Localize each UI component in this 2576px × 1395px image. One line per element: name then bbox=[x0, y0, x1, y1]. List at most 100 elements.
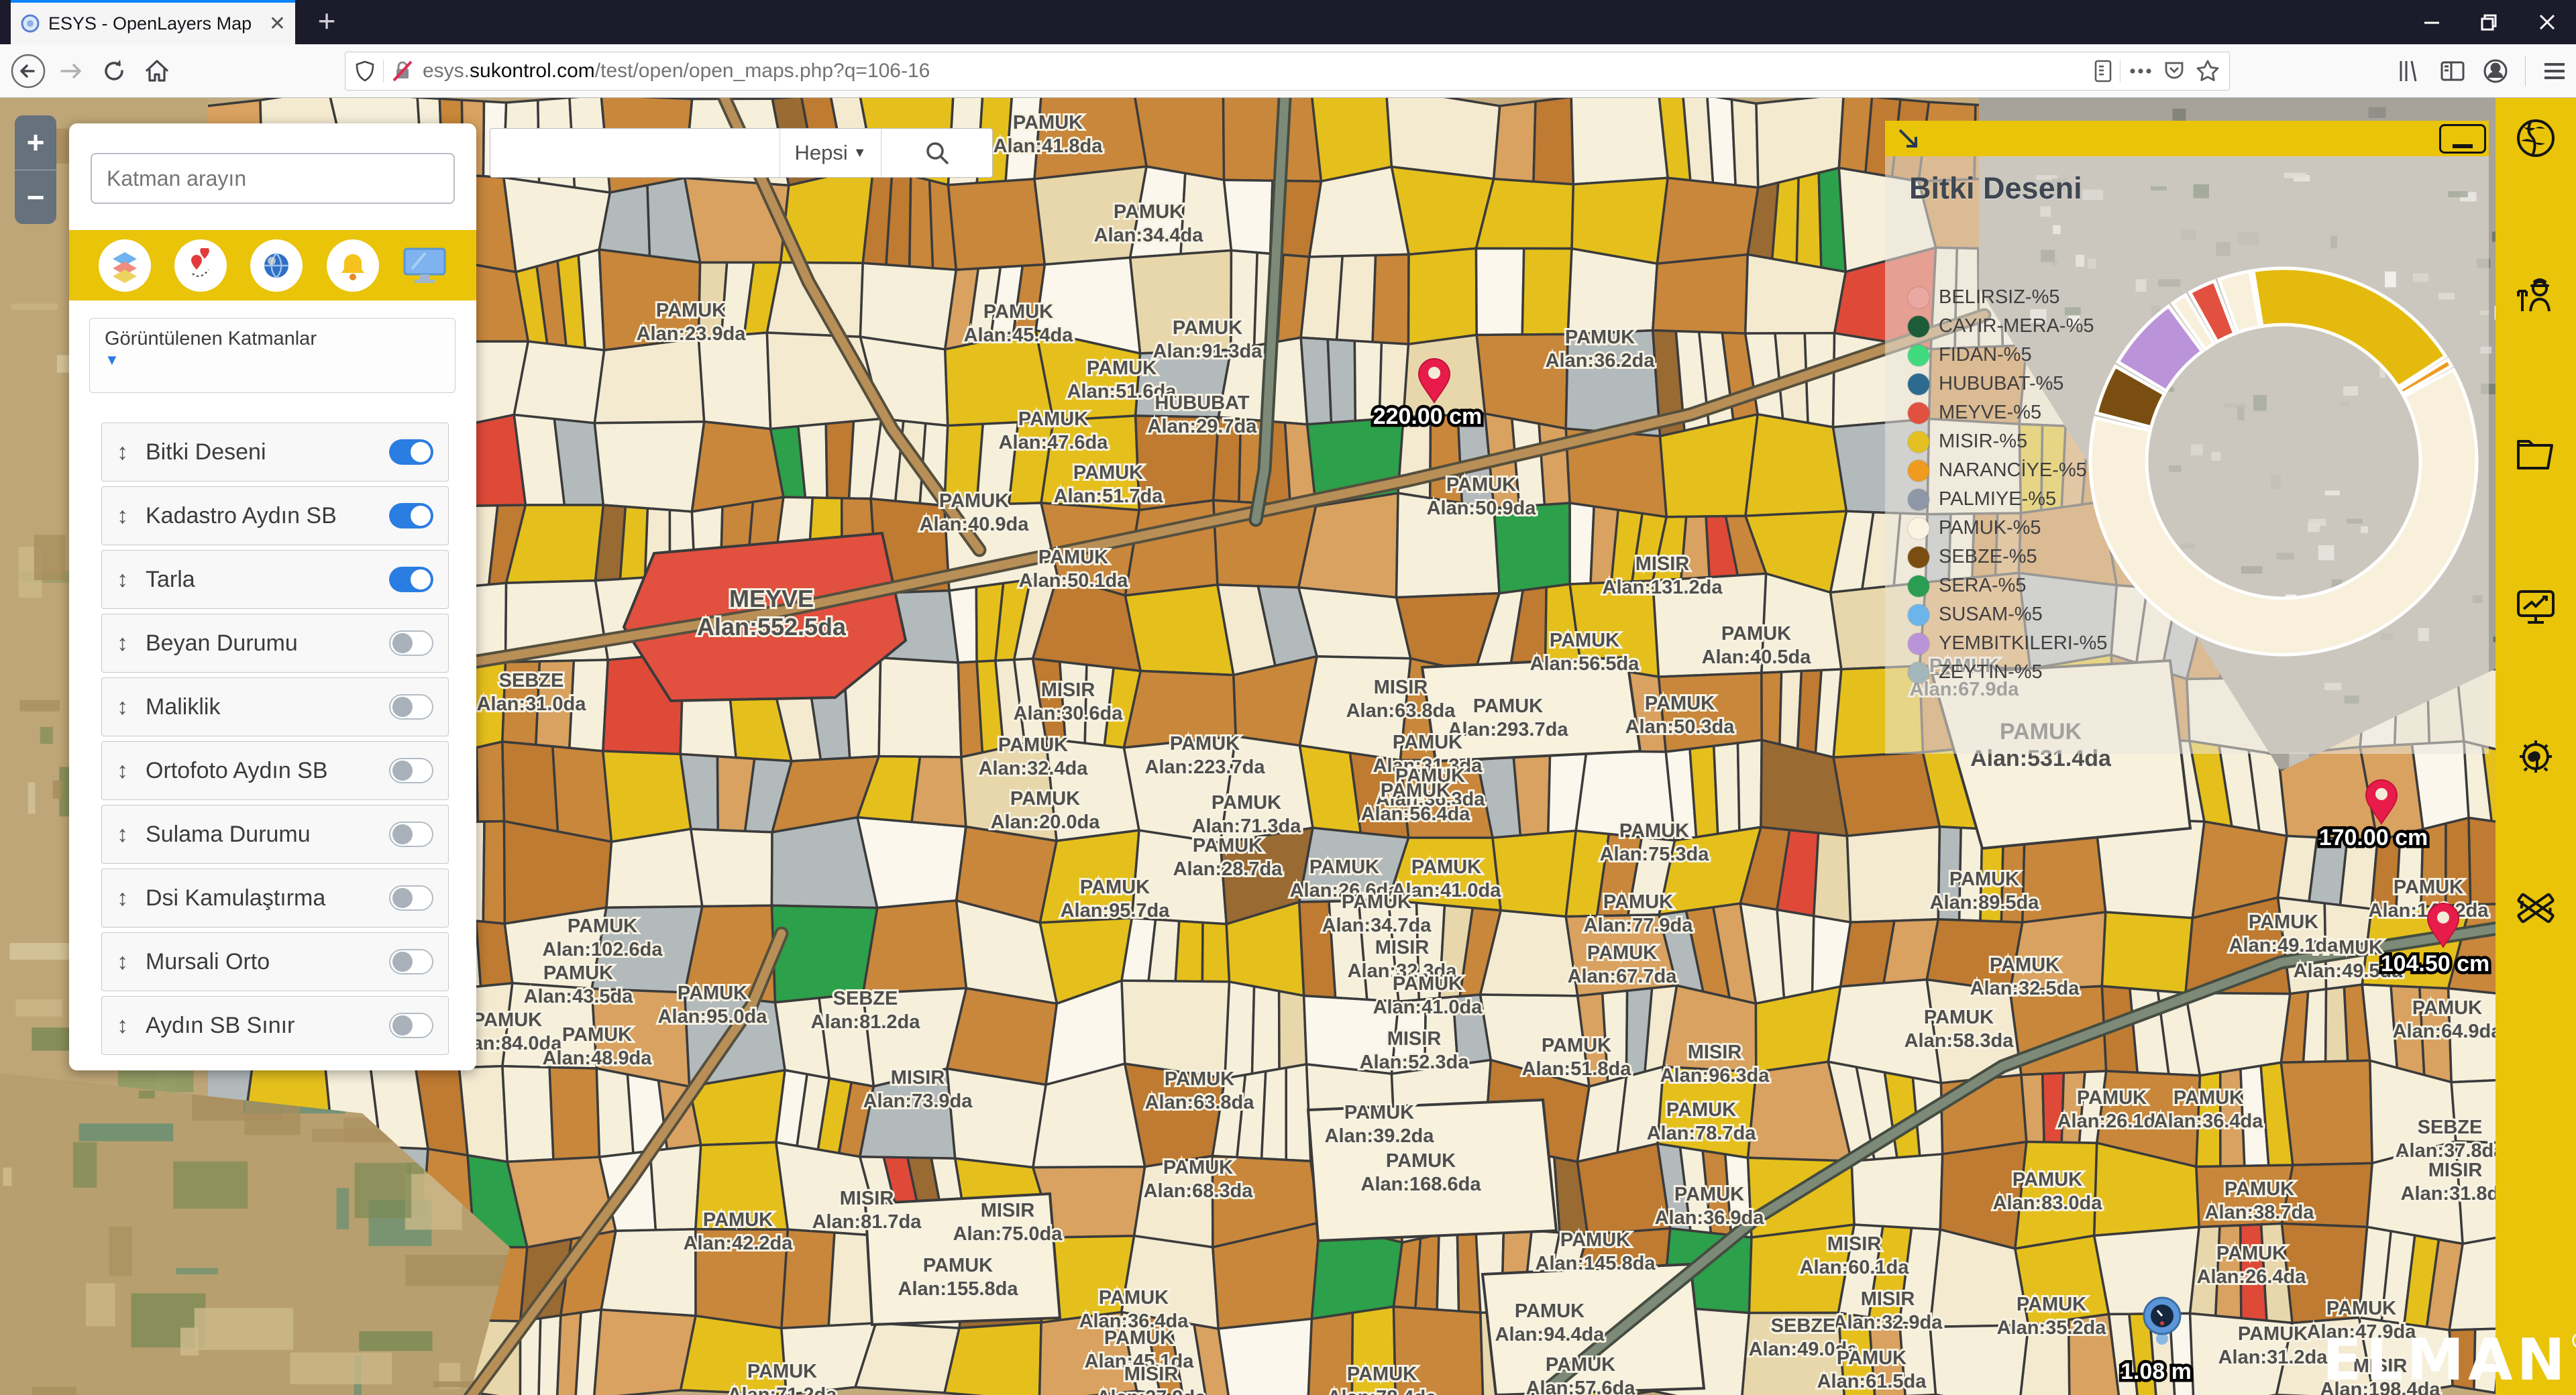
legend-color-dot bbox=[1908, 604, 1929, 626]
legend-item: PALMIYE-%5 bbox=[1908, 488, 2056, 510]
layer-item[interactable]: ↕Dsi Kamulaştırma bbox=[101, 869, 449, 928]
drag-handle-icon[interactable]: ↕ bbox=[117, 439, 128, 465]
pocket-icon[interactable] bbox=[2161, 58, 2188, 85]
layer-item[interactable]: ↕Bitki Deseni bbox=[101, 423, 449, 482]
page-actions-icon[interactable] bbox=[2127, 64, 2154, 78]
legend-color-dot bbox=[1908, 547, 1929, 568]
window-close-button[interactable] bbox=[2518, 0, 2576, 44]
legend-minimize-button[interactable] bbox=[2439, 124, 2486, 154]
back-button[interactable] bbox=[7, 50, 50, 93]
layer-item[interactable]: ↕Ortofoto Aydın SB bbox=[101, 741, 449, 800]
search-filter-select[interactable]: Hepsi ▼ bbox=[780, 129, 881, 177]
legend-item: PAMUK-%5 bbox=[1908, 517, 2041, 539]
drag-handle-icon[interactable]: ↕ bbox=[117, 503, 128, 529]
layer-label: Beyan Durumu bbox=[146, 630, 389, 657]
chevron-down-icon: ▼ bbox=[853, 146, 867, 161]
farmer-tool-icon[interactable] bbox=[2514, 274, 2557, 317]
legend-item: BELIRSIZ-%5 bbox=[1908, 286, 2060, 309]
layer-toggle[interactable] bbox=[389, 694, 433, 720]
sidebar-toggle-icon[interactable] bbox=[2438, 57, 2467, 85]
layer-item[interactable]: ↕Maliklik bbox=[101, 677, 449, 736]
url-bar[interactable]: esys.sukontrol.com/test/open/open_maps.p… bbox=[345, 52, 2230, 91]
layer-item[interactable]: ↕Sulama Durumu bbox=[101, 805, 449, 864]
zoom-out-button[interactable]: − bbox=[15, 170, 56, 225]
divider bbox=[2120, 60, 2121, 82]
drag-handle-icon[interactable]: ↕ bbox=[117, 885, 128, 911]
legend-item-label: YEMBITKILERI-%5 bbox=[1939, 632, 2107, 655]
tracking-shield-icon[interactable] bbox=[354, 59, 376, 83]
reload-button[interactable] bbox=[93, 50, 136, 93]
bell-icon[interactable] bbox=[327, 239, 379, 292]
bookmark-star-icon[interactable] bbox=[2194, 58, 2221, 85]
drag-handle-icon[interactable]: ↕ bbox=[117, 630, 128, 657]
measurement-label: 170.00 cm bbox=[2319, 825, 2428, 850]
layers-icon[interactable] bbox=[99, 239, 151, 292]
legend-color-dot bbox=[1908, 489, 1929, 510]
legend-item: YEMBITKILERI-%5 bbox=[1908, 632, 2107, 655]
window-restore-button[interactable] bbox=[2461, 0, 2518, 44]
drag-handle-icon[interactable]: ↕ bbox=[117, 694, 128, 720]
layer-item[interactable]: ↕ Beyan Durumu bbox=[101, 614, 449, 673]
drag-handle-icon[interactable]: ↕ bbox=[117, 949, 128, 975]
folder-tool-icon[interactable] bbox=[2514, 432, 2557, 475]
layer-item[interactable]: ↕Kadastro Aydın SB bbox=[101, 486, 449, 545]
layers-section-header[interactable]: Görüntülenen Katmanlar ▼ bbox=[89, 318, 455, 393]
route-pins-icon[interactable] bbox=[174, 239, 227, 292]
window-minimize-button[interactable] bbox=[2403, 0, 2461, 44]
account-icon[interactable] bbox=[2481, 57, 2510, 85]
resize-arrow-icon[interactable] bbox=[1894, 125, 1924, 154]
drag-handle-icon[interactable]: ↕ bbox=[117, 567, 128, 593]
legend-color-dot bbox=[1908, 575, 1929, 597]
legend-item-label: ZEYTIN-%5 bbox=[1939, 661, 2043, 683]
monitor-icon[interactable] bbox=[402, 246, 447, 285]
layer-toggle[interactable] bbox=[389, 822, 433, 847]
search-submit-button[interactable] bbox=[881, 129, 992, 177]
layer-item[interactable]: ↕Tarla bbox=[101, 550, 449, 609]
menu-hamburger-icon[interactable] bbox=[2540, 57, 2569, 85]
layer-toggle[interactable] bbox=[389, 885, 433, 911]
drag-handle-icon[interactable]: ↕ bbox=[117, 822, 128, 848]
reader-mode-icon[interactable] bbox=[2093, 58, 2113, 84]
drag-handle-icon[interactable]: ↕ bbox=[117, 1013, 128, 1039]
layer-toggle[interactable] bbox=[389, 630, 433, 656]
legend-color-dot bbox=[1908, 345, 1929, 366]
library-icon[interactable] bbox=[2396, 57, 2424, 85]
panel-icon-band bbox=[69, 230, 476, 300]
layer-item[interactable]: ↕Aydın SB Sınır bbox=[101, 996, 449, 1055]
tab-close-icon[interactable]: ✕ bbox=[262, 12, 286, 36]
legend-color-dot bbox=[1908, 460, 1929, 482]
layer-toggle[interactable] bbox=[389, 949, 433, 974]
legend-item-label: BELIRSIZ-%5 bbox=[1939, 286, 2060, 309]
legend-title-bar[interactable] bbox=[1885, 121, 2489, 156]
map-zoom-control: + − bbox=[15, 115, 56, 224]
map-search-input[interactable] bbox=[490, 129, 780, 177]
monitor-chart-tool-icon[interactable] bbox=[2514, 586, 2557, 629]
search-icon bbox=[922, 138, 952, 168]
legend-item-label: NARANCİYE-%5 bbox=[1939, 459, 2087, 482]
globe-icon[interactable] bbox=[250, 239, 303, 292]
globe-tool-icon[interactable] bbox=[2514, 117, 2557, 160]
layer-toggle[interactable] bbox=[389, 758, 433, 783]
legend-item-label: MISIR-%5 bbox=[1939, 431, 2027, 453]
home-button[interactable] bbox=[136, 50, 178, 93]
layer-search-input[interactable] bbox=[91, 153, 455, 204]
browser-tab[interactable]: ESYS - OpenLayers Map ✕ bbox=[11, 0, 295, 44]
layer-toggle[interactable] bbox=[389, 1013, 433, 1038]
zoom-in-button[interactable]: + bbox=[15, 115, 56, 170]
measure-draw-tool-icon[interactable] bbox=[2514, 887, 2557, 930]
layer-toggle[interactable] bbox=[389, 567, 433, 592]
layer-toggle[interactable] bbox=[389, 503, 433, 528]
legend-color-dot bbox=[1908, 518, 1929, 539]
browser-tab-bar: ESYS - OpenLayers Map ✕ + bbox=[0, 0, 2576, 44]
legend-body: Bitki Deseni BELIRSIZ-%5CAYIR-MERA-%5FID… bbox=[1885, 156, 2489, 754]
settings-wrench-tool-icon[interactable] bbox=[2514, 736, 2557, 779]
legend-item: SEBZE-%5 bbox=[1908, 546, 2037, 568]
new-tab-button[interactable]: + bbox=[303, 0, 350, 44]
insecure-lock-icon[interactable] bbox=[390, 59, 415, 83]
legend-item-label: HUBUBAT-%5 bbox=[1939, 373, 2063, 395]
forward-button[interactable] bbox=[50, 50, 93, 93]
legend-color-dot bbox=[1908, 374, 1929, 395]
drag-handle-icon[interactable]: ↕ bbox=[117, 758, 128, 784]
layer-toggle[interactable] bbox=[389, 439, 433, 465]
layer-item[interactable]: ↕Mursali Orto bbox=[101, 932, 449, 991]
